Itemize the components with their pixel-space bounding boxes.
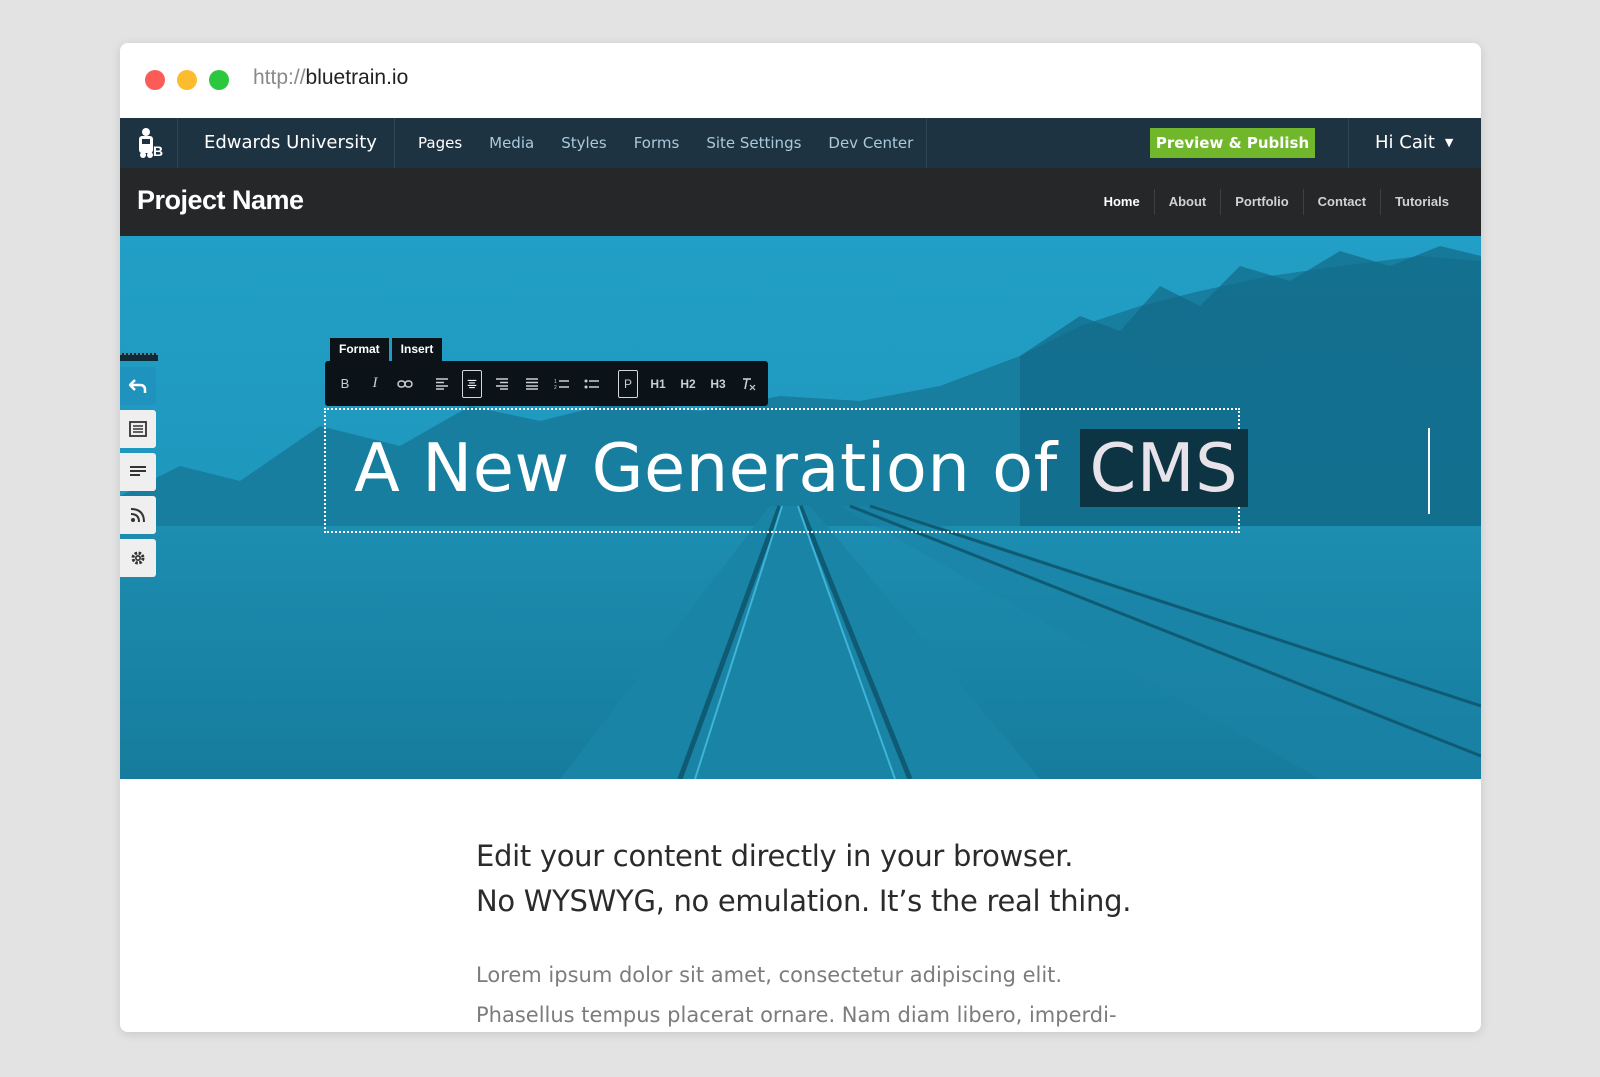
unordered-list-button[interactable] — [582, 370, 602, 398]
close-window-button[interactable] — [145, 70, 165, 90]
cms-toolbar: B Edwards University Pages Media Styles … — [120, 118, 1481, 168]
svg-text:B: B — [153, 143, 163, 159]
minimize-window-button[interactable] — [177, 70, 197, 90]
browser-titlebar: http://bluetrain.io — [120, 43, 1481, 118]
body-paragraph[interactable]: Lorem ipsum dolor sit amet, consectetur … — [476, 955, 1117, 1032]
body-line: Lorem ipsum dolor sit amet, consectetur … — [476, 963, 1063, 987]
divider — [1348, 118, 1349, 168]
settings-button[interactable] — [120, 539, 156, 577]
template-button[interactable] — [120, 410, 156, 448]
justify-button[interactable] — [522, 370, 542, 398]
user-menu[interactable]: Hi Cait ▼ — [1375, 118, 1453, 168]
clear-format-button[interactable] — [738, 370, 758, 398]
align-left-icon — [435, 377, 448, 390]
bullet-list-icon — [584, 379, 599, 388]
cms-nav-dev-center[interactable]: Dev Center — [828, 134, 913, 152]
link-button[interactable] — [395, 370, 415, 398]
template-icon — [129, 421, 147, 437]
undo-button[interactable] — [120, 367, 156, 405]
page-content: Edit your content directly in your brows… — [120, 779, 1481, 1032]
hero-headline[interactable]: A New Generation of CMS — [354, 429, 1249, 507]
cms-nav-pages[interactable]: Pages — [418, 134, 462, 152]
lead-line: Edit your content directly in your brows… — [476, 839, 1074, 873]
site-nav: Home About Portfolio Contact Tutorials — [1090, 168, 1463, 236]
bluetrain-logo[interactable]: B — [120, 118, 178, 168]
rss-button[interactable] — [120, 496, 156, 534]
align-right-button[interactable] — [492, 370, 512, 398]
headline-text: A New Generation of — [354, 429, 1080, 507]
site-nav-about[interactable]: About — [1153, 189, 1221, 215]
address-bar[interactable]: http://bluetrain.io — [253, 66, 408, 90]
caret-down-icon: ▼ — [1444, 136, 1454, 149]
divider — [926, 118, 927, 168]
maximize-window-button[interactable] — [209, 70, 229, 90]
cms-nav-forms[interactable]: Forms — [634, 134, 680, 152]
ordered-list-icon: 12 — [554, 379, 569, 390]
lead-paragraph[interactable]: Edit your content directly in your brows… — [476, 834, 1131, 924]
h2-button[interactable]: H2 — [678, 370, 698, 398]
align-center-button[interactable] — [461, 369, 482, 398]
site-name[interactable]: Edwards University — [178, 118, 395, 168]
h1-button[interactable]: H1 — [648, 370, 668, 398]
justify-icon — [525, 377, 538, 390]
body-line: Phasellus tempus placerat ornare. Nam di… — [476, 1003, 1117, 1027]
undo-icon — [129, 379, 147, 393]
gear-icon — [131, 551, 145, 565]
editable-headline-region[interactable]: A New Generation of CMS — [324, 408, 1430, 533]
cms-nav-media[interactable]: Media — [489, 134, 534, 152]
align-center-icon — [467, 379, 476, 388]
rss-icon — [130, 508, 145, 523]
site-nav-contact[interactable]: Contact — [1302, 189, 1380, 215]
editor-tabs: Format Insert — [330, 338, 445, 361]
text-block-icon — [130, 466, 146, 476]
clear-format-icon — [743, 377, 756, 390]
paragraph-button[interactable]: P — [618, 369, 638, 398]
text-cursor — [1428, 428, 1430, 514]
url-protocol: http:// — [253, 66, 306, 89]
site-header: Project Name Home About Portfolio Contac… — [120, 168, 1481, 236]
cms-nav-site-settings[interactable]: Site Settings — [706, 134, 801, 152]
lead-line: No WYSWYG, no emulation. It’s the real t… — [476, 884, 1132, 918]
tab-insert[interactable]: Insert — [391, 338, 443, 361]
ordered-list-button[interactable]: 12 — [552, 370, 572, 398]
project-name[interactable]: Project Name — [137, 168, 304, 232]
svg-text:2: 2 — [554, 385, 557, 390]
drag-handle[interactable] — [120, 353, 158, 361]
preview-publish-button[interactable]: Preview & Publish — [1150, 128, 1315, 158]
bold-button[interactable]: B — [335, 370, 355, 398]
browser-window: http://bluetrain.io B Edwards University… — [120, 43, 1481, 1032]
italic-button[interactable]: I — [365, 370, 385, 398]
hero-section: Format Insert B I 12 P H1 H2 H3 A New Ge… — [120, 236, 1481, 779]
user-greeting: Hi Cait — [1375, 132, 1435, 153]
cms-nav: Pages Media Styles Forms Site Settings D… — [418, 118, 940, 168]
align-right-icon — [495, 377, 508, 390]
url-domain: bluetrain.io — [305, 66, 409, 89]
link-icon — [397, 379, 413, 388]
train-logo-icon: B — [138, 128, 163, 159]
text-block-button[interactable] — [120, 453, 156, 491]
site-nav-home[interactable]: Home — [1090, 189, 1154, 215]
cms-nav-styles[interactable]: Styles — [561, 134, 607, 152]
side-toolbar — [120, 353, 158, 582]
align-left-button[interactable] — [432, 370, 452, 398]
tab-format[interactable]: Format — [330, 338, 389, 361]
site-nav-portfolio[interactable]: Portfolio — [1220, 189, 1302, 215]
h3-button[interactable]: H3 — [708, 370, 728, 398]
format-toolbar: B I 12 P H1 H2 H3 — [325, 361, 768, 406]
headline-selected-text: CMS — [1079, 429, 1249, 507]
site-nav-tutorials[interactable]: Tutorials — [1380, 189, 1463, 215]
